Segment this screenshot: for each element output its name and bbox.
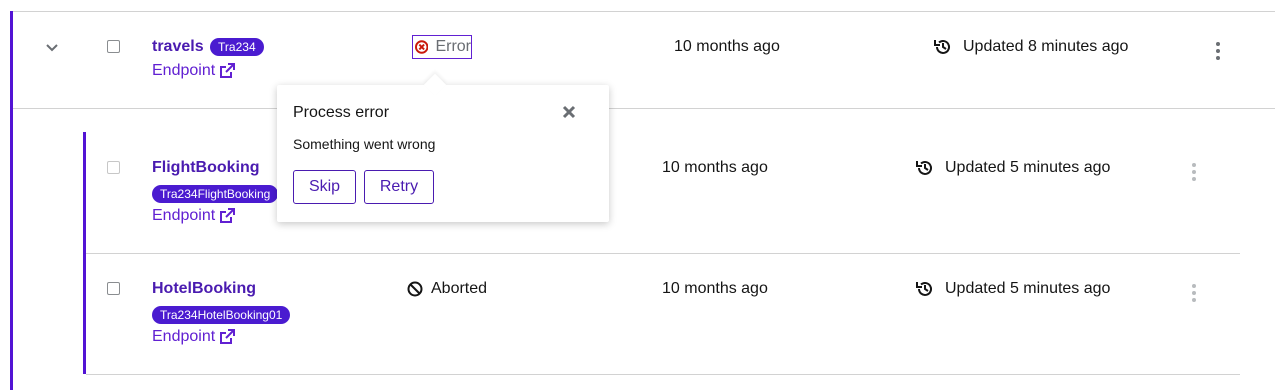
popover-arrow xyxy=(423,73,447,97)
row-checkbox[interactable] xyxy=(107,282,120,295)
row-checkbox[interactable] xyxy=(107,161,120,174)
history-icon xyxy=(916,281,932,296)
endpoint-label: Endpoint xyxy=(152,328,216,345)
external-link-icon xyxy=(220,329,236,344)
process-name-link[interactable]: HotelBooking xyxy=(152,280,256,298)
updated-label: Updated 8 minutes ago xyxy=(963,38,1129,55)
endpoint-link[interactable]: Endpoint xyxy=(152,328,236,346)
updated-label: Updated 5 minutes ago xyxy=(945,159,1111,176)
popover-close-button[interactable] xyxy=(561,104,577,120)
row-actions-kebab[interactable] xyxy=(1192,163,1196,184)
updated-time: Updated 5 minutes ago xyxy=(916,159,1110,177)
endpoint-link[interactable]: Endpoint xyxy=(152,62,236,80)
row-actions-kebab[interactable] xyxy=(1192,284,1196,305)
created-time: 10 months ago xyxy=(662,159,768,176)
row-actions-kebab[interactable] xyxy=(1216,42,1220,63)
business-key-badge: Tra234HotelBooking01 xyxy=(152,306,291,324)
child-row-divider xyxy=(86,253,1240,254)
ban-icon xyxy=(407,281,423,297)
row-divider xyxy=(12,108,1275,109)
external-link-icon xyxy=(220,208,236,223)
status-error-button[interactable]: Error xyxy=(412,35,472,59)
skip-button[interactable]: Skip xyxy=(293,170,356,204)
expand-toggle[interactable] xyxy=(44,40,60,56)
top-divider xyxy=(12,11,1275,12)
business-key-badge: Tra234FlightBooking xyxy=(152,185,279,203)
history-icon xyxy=(916,160,932,175)
endpoint-link[interactable]: Endpoint xyxy=(152,207,236,225)
endpoint-label: Endpoint xyxy=(152,207,216,224)
child-rows-indicator xyxy=(83,132,86,374)
close-icon xyxy=(562,105,576,119)
child-row-divider xyxy=(86,374,1240,375)
created-time: 10 months ago xyxy=(674,38,780,55)
process-name-link[interactable]: FlightBooking xyxy=(152,159,260,177)
chevron-down-icon xyxy=(46,44,58,52)
retry-button[interactable]: Retry xyxy=(364,170,434,204)
process-name-link[interactable]: travels xyxy=(152,38,204,55)
error-circle-icon xyxy=(415,40,429,54)
created-time: 10 months ago xyxy=(662,280,768,297)
popover-title: Process error xyxy=(293,104,390,121)
status-aborted: Aborted xyxy=(407,280,487,298)
endpoint-label: Endpoint xyxy=(152,62,216,79)
updated-time: Updated 5 minutes ago xyxy=(916,280,1110,298)
updated-label: Updated 5 minutes ago xyxy=(945,280,1111,297)
process-name-cell: travels Tra234 xyxy=(152,38,264,56)
row-checkbox[interactable] xyxy=(107,40,120,53)
expanded-row-indicator xyxy=(10,11,13,390)
process-error-popover: Process error Something went wrong Skip … xyxy=(277,73,609,222)
status-label: Aborted xyxy=(431,280,488,297)
status-label: Error xyxy=(435,38,471,55)
external-link-icon xyxy=(220,63,236,78)
popover-message: Something went wrong xyxy=(293,136,436,152)
history-icon xyxy=(934,39,950,54)
business-key-badge: Tra234 xyxy=(210,38,264,56)
updated-time: Updated 8 minutes ago xyxy=(934,38,1128,56)
